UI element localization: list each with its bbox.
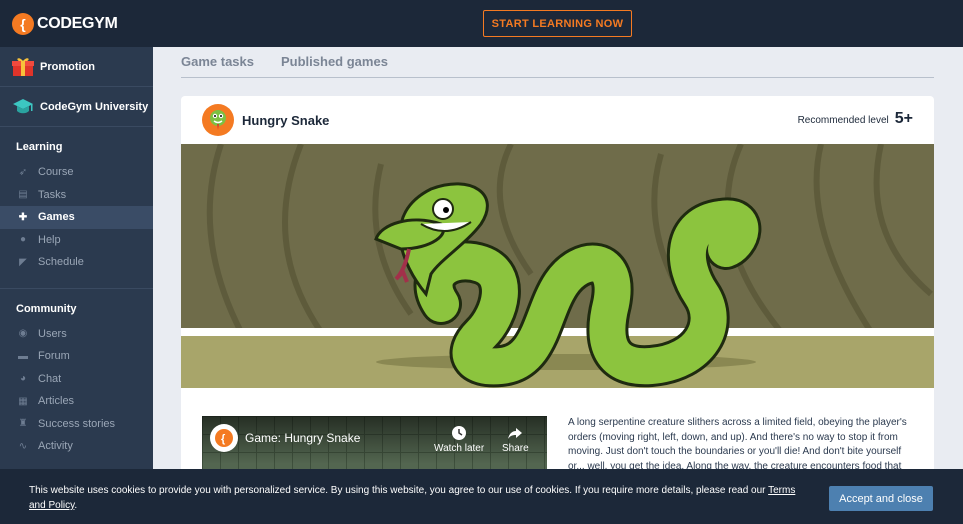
sidebar-item-label: Chat: [38, 372, 62, 385]
cookie-suffix: .: [74, 500, 78, 511]
graduation-cap-icon: [12, 96, 34, 118]
share-icon: [508, 428, 523, 439]
sidebar-item-label: Activity: [38, 440, 73, 453]
sidebar-item-schedule[interactable]: ◤ Schedule: [0, 251, 153, 274]
share-button[interactable]: Share: [502, 425, 529, 454]
chat-icon: ◕: [19, 373, 27, 385]
sidebar-item-users[interactable]: ◉ Users: [0, 323, 153, 346]
sidebar-item-label: Schedule: [38, 256, 84, 269]
tasks-icon: ▤: [18, 189, 28, 201]
sidebar-item-label: Games: [38, 211, 75, 224]
recommended-level-label: Recommended level: [797, 115, 889, 126]
watch-later-button[interactable]: Watch later: [434, 425, 484, 454]
schedule-icon: ◤: [19, 256, 27, 268]
sidebar-item-label: Tasks: [38, 188, 67, 201]
success-stories-icon: ♜: [18, 418, 28, 430]
sidebar-item-label: Help: [38, 233, 61, 246]
game-tabs: Game tasks Published games: [181, 54, 934, 78]
sidebar-item-tasks[interactable]: ▤ Tasks: [0, 184, 153, 207]
users-icon: ◉: [18, 328, 28, 340]
channel-logo-icon: {: [210, 424, 238, 452]
cookie-message: This website uses cookies to provide you…: [29, 485, 766, 496]
sidebar-item-codegym-university[interactable]: CodeGym University: [0, 87, 153, 127]
brand-name: CODEGYM: [37, 14, 118, 32]
game-banner-image: [181, 144, 934, 388]
game-card: Hungry Snake Recommended level 5+ {Game…: [181, 96, 934, 524]
codegym-logo-icon: {: [12, 12, 34, 35]
start-learning-button[interactable]: START LEARNING NOW: [483, 10, 632, 37]
sidebar-item-label: Success stories: [38, 417, 116, 430]
sidebar-item-label: Articles: [38, 395, 75, 408]
sidebar-item-forum[interactable]: ▬ Forum: [0, 345, 153, 368]
recommended-level: Recommended level 5+: [798, 110, 913, 128]
watch-later-label: Watch later: [434, 443, 485, 454]
sidebar-item-course[interactable]: ➶ Course: [0, 161, 153, 184]
rocket-icon: ➶: [18, 166, 28, 178]
sidebar-item-promotion[interactable]: Promotion: [0, 47, 153, 87]
sidebar-item-label: Promotion: [40, 60, 95, 73]
cookie-text: This website uses cookies to provide you…: [29, 483, 809, 513]
activity-icon: ∿: [18, 440, 28, 452]
sidebar-section-community: Community: [16, 302, 77, 315]
game-title: Hungry Snake: [242, 112, 330, 128]
logo[interactable]: { CODEGYM: [0, 0, 153, 47]
sidebar-item-chat[interactable]: ◕ Chat: [0, 368, 153, 391]
top-bar: START LEARNING NOW: [153, 0, 963, 47]
snake-avatar-icon: [202, 104, 234, 136]
recommended-level-value: 5+: [894, 110, 913, 127]
tab-published-games[interactable]: Published games: [281, 54, 388, 77]
gamepad-icon: ✚: [18, 211, 28, 223]
sidebar-item-activity[interactable]: ∿ Activity: [0, 435, 153, 458]
articles-icon: ▦: [18, 395, 28, 407]
help-icon: ●: [19, 234, 27, 246]
clock-icon: [452, 426, 467, 440]
sidebar-item-help[interactable]: ● Help: [0, 229, 153, 252]
accept-cookies-button[interactable]: Accept and close: [829, 486, 933, 511]
video-title[interactable]: Game: Hungry Snake: [245, 431, 360, 445]
tab-game-tasks[interactable]: Game tasks: [181, 54, 254, 77]
cookie-banner: This website uses cookies to provide you…: [0, 469, 963, 524]
sidebar-item-games[interactable]: ✚ Games: [0, 206, 153, 229]
gift-icon: [12, 56, 34, 78]
forum-icon: ▬: [18, 350, 28, 362]
sidebar-item-articles[interactable]: ▦ Articles: [0, 390, 153, 413]
sidebar-item-success-stories[interactable]: ♜ Success stories: [0, 413, 153, 436]
share-label: Share: [502, 443, 529, 454]
sidebar: { CODEGYM Promotion CodeGym University L…: [0, 0, 153, 524]
game-card-header: Hungry Snake Recommended level 5+: [181, 96, 934, 144]
sidebar-item-label: Course: [38, 166, 74, 179]
sidebar-item-label: Forum: [38, 350, 70, 363]
sidebar-item-label: Users: [38, 327, 67, 340]
svg-text:{: {: [221, 433, 226, 445]
sidebar-item-label: CodeGym University: [40, 100, 149, 113]
sidebar-section-learning: Learning: [16, 141, 63, 153]
